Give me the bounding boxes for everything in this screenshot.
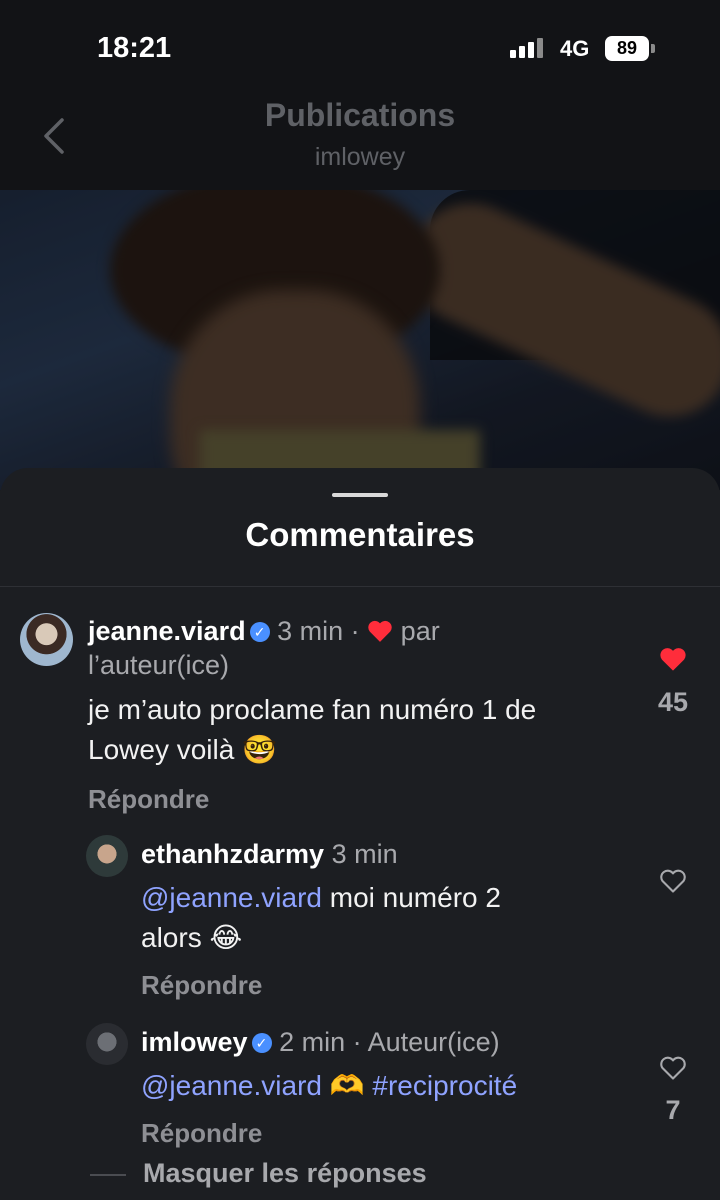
reply-button[interactable]: Répondre <box>88 784 209 815</box>
hashtag-link[interactable]: #reciprocité <box>372 1070 517 1101</box>
comment-username[interactable]: ethanhzdarmy <box>141 839 324 869</box>
verified-icon: ✓ <box>249 622 270 642</box>
top-bar: 18:21 4G 89 Publications imlowey <box>0 0 720 190</box>
signal-icon <box>510 38 543 58</box>
comment-text-line: alors 😂 <box>141 922 243 953</box>
comment-text-line: je m’auto proclame fan numéro 1 de <box>88 694 537 725</box>
verified-icon: ✓ <box>251 1033 272 1053</box>
comment-username[interactable]: imlowey <box>141 1027 248 1057</box>
comment-header: imlowey ✓ 2 min · Auteur(ice) <box>141 1027 500 1058</box>
comment-time: 2 min <box>279 1027 346 1057</box>
comment-text: @jeanne.viard moi numéro 2 alors 😂 <box>141 878 501 958</box>
separator: · <box>350 616 360 646</box>
status-time: 18:21 <box>97 32 172 64</box>
page-subtitle: imlowey <box>314 143 406 171</box>
comment-header: jeanne.viard ✓ 3 min · par <box>88 616 440 647</box>
comment-header: ethanhzdarmy 3 min <box>141 839 398 870</box>
heart-filled-icon[interactable] <box>659 646 687 672</box>
author-badge: Auteur(ice) <box>367 1027 500 1057</box>
sheet-title: Commentaires <box>245 516 475 553</box>
post-image[interactable] <box>0 190 720 490</box>
avatar[interactable] <box>86 1023 128 1065</box>
comment-text: @jeanne.viard 🫶 #reciprocité <box>141 1066 517 1106</box>
hide-replies-line <box>90 1174 126 1176</box>
comment-username[interactable]: jeanne.viard <box>88 616 246 646</box>
reply-button[interactable]: Répondre <box>141 970 262 1001</box>
liked-by-author: l’auteur(ice) <box>88 650 230 680</box>
mention-link[interactable]: @jeanne.viard <box>141 1070 322 1101</box>
heart-outline-icon[interactable] <box>659 1055 687 1081</box>
heart-outline-icon[interactable] <box>659 868 687 894</box>
comments-sheet: Commentaires jeanne.viard ✓ 3 min · par l… <box>0 468 720 1200</box>
divider <box>0 586 720 587</box>
reply-button[interactable]: Répondre <box>141 1118 262 1149</box>
comment-text: je m’auto proclame fan numéro 1 de Lowey… <box>88 690 536 770</box>
heart-filled-icon <box>368 620 392 642</box>
hide-replies-button[interactable]: Masquer les réponses <box>143 1158 427 1189</box>
sheet-grabber[interactable] <box>332 493 388 497</box>
like-count: 45 <box>657 687 689 717</box>
battery-tip <box>651 44 655 53</box>
comment-text-line: Lowey voilà 🤓 <box>88 734 277 765</box>
comment-time: 3 min <box>331 839 398 869</box>
avatar[interactable] <box>86 835 128 877</box>
emoji: 🫶 <box>321 1070 373 1101</box>
comment-text-part: moi numéro 2 <box>321 882 501 913</box>
avatar[interactable] <box>20 613 73 666</box>
mention-link[interactable]: @jeanne.viard <box>141 882 322 913</box>
like-count: 7 <box>665 1095 681 1125</box>
page-title: Publications <box>264 97 456 133</box>
comment-time: 3 min <box>277 616 344 646</box>
liked-by-label: par <box>400 616 440 646</box>
separator: · <box>352 1027 362 1057</box>
battery-icon: 89 <box>605 36 649 61</box>
network-label: 4G <box>560 36 590 61</box>
